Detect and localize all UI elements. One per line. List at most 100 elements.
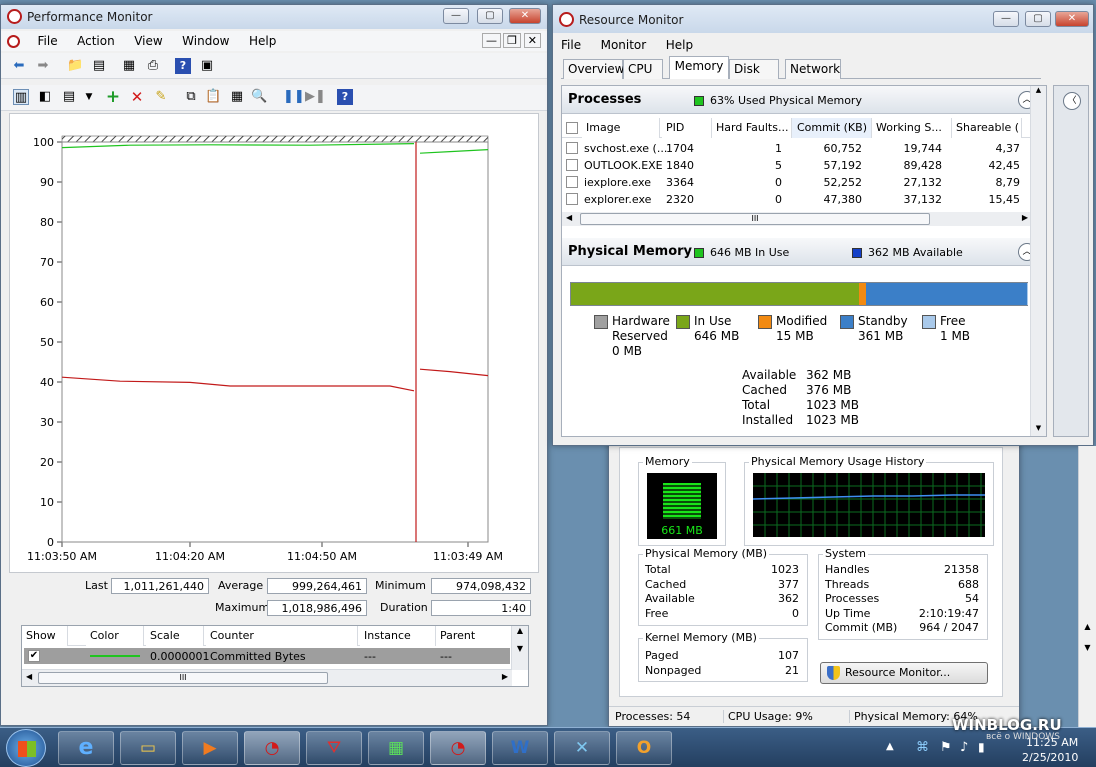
menu-window[interactable]: Window	[174, 31, 237, 51]
paste-counter-icon[interactable]: 📋	[205, 89, 221, 105]
menu-monitor[interactable]: Monitor	[593, 35, 655, 55]
perfmon-menu-icon[interactable]	[7, 35, 20, 48]
delete-counter-icon[interactable]: ✕	[129, 89, 145, 105]
process-checkbox[interactable]	[566, 159, 578, 171]
tray-expand-icon[interactable]: ▲	[886, 741, 894, 752]
maximize-button[interactable]: ▢	[477, 8, 503, 24]
properties-icon[interactable]: ▦	[121, 58, 137, 74]
taskbar-word-button[interactable]: W	[492, 731, 548, 765]
freeze-display-icon[interactable]: ❚❚	[283, 89, 305, 105]
forward-arrow-icon[interactable]: ➡	[35, 58, 51, 74]
process-checkbox[interactable]	[566, 142, 578, 154]
tab-network[interactable]: Network	[785, 59, 841, 79]
copy-properties-icon[interactable]: ⧉	[183, 89, 199, 105]
view-data-icon[interactable]: ◧	[37, 89, 53, 105]
process-row[interactable]: OUTLOOK.EXE 1840 5 57,192 89,428 42,45	[562, 157, 1032, 174]
col-parent[interactable]: Parent	[436, 626, 512, 646]
process-checkbox[interactable]	[566, 176, 578, 188]
taskbar-ie-button[interactable]: e	[58, 731, 114, 765]
col-show[interactable]: Show	[22, 626, 68, 646]
change-graph-type-icon[interactable]: ▤	[61, 89, 77, 105]
show-views-chevron-icon[interactable]: 〈	[1063, 92, 1081, 110]
taskbar-remote-button[interactable]: ✕	[554, 731, 610, 765]
col-color[interactable]: Color	[86, 626, 144, 646]
tray-action-center-icon[interactable]: ⚑	[940, 740, 952, 755]
perfmon-titlebar[interactable]: Performance Monitor — ▢ ✕	[1, 5, 547, 29]
up-folder-icon[interactable]: 📁	[67, 58, 83, 74]
process-hscroll-thumb[interactable]: III	[580, 213, 930, 225]
mdi-restore-icon[interactable]: ❐	[503, 33, 521, 48]
tray-network-icon[interactable]: ⌘	[916, 740, 929, 755]
col-pid[interactable]: PID	[662, 118, 712, 138]
scroll-right-icon[interactable]: ▶	[502, 672, 508, 681]
process-checkbox[interactable]	[566, 193, 578, 205]
col-working-set[interactable]: Working S...	[872, 118, 952, 138]
minimize-button[interactable]: —	[443, 8, 469, 24]
close-button[interactable]: ✕	[509, 8, 541, 24]
col-commit[interactable]: Commit (KB)	[792, 118, 872, 138]
tab-memory[interactable]: Memory	[669, 56, 729, 79]
mdi-close-icon[interactable]: ✕	[523, 33, 541, 48]
menu-help[interactable]: Help	[241, 31, 284, 51]
menu-file[interactable]: File	[30, 31, 66, 51]
view-graph-icon[interactable]: ▥	[13, 89, 29, 105]
help-icon[interactable]: ?	[337, 89, 353, 105]
properties-icon[interactable]: ▦	[229, 89, 245, 105]
chevron-down-icon[interactable]: ▼	[81, 89, 97, 105]
update-data-icon[interactable]: ▶❚	[305, 89, 326, 105]
select-all-checkbox[interactable]	[566, 122, 578, 134]
taskbar-explorer-button[interactable]: ▭	[120, 731, 176, 765]
taskbar-outlook-button[interactable]: O	[616, 731, 672, 765]
resmon-content-vscroll[interactable]: ▲ ▼	[1030, 86, 1046, 436]
counter-hscroll[interactable]: ◀ III ▶	[22, 669, 512, 686]
print-icon[interactable]: ⎙	[145, 58, 161, 74]
col-hard-faults[interactable]: Hard Faults...	[712, 118, 792, 138]
start-button[interactable]	[6, 729, 46, 767]
col-shareable[interactable]: Shareable (	[952, 118, 1022, 138]
taskbar-media-player-button[interactable]: ▶	[182, 731, 238, 765]
menu-action[interactable]: Action	[69, 31, 123, 51]
process-row[interactable]: iexplore.exe 3364 0 52,252 27,132 8,79	[562, 174, 1032, 191]
resmon-titlebar[interactable]: Resource Monitor — ▢ ✕	[553, 5, 1093, 33]
taskbar-perfmon-button[interactable]: ◔	[244, 731, 300, 765]
counter-vscroll[interactable]: ▲ ▼	[511, 626, 528, 670]
col-instance[interactable]: Instance	[360, 626, 436, 646]
maximize-button[interactable]: ▢	[1025, 11, 1051, 27]
show-hide-tree-icon[interactable]: ▤	[91, 58, 107, 74]
open-resource-monitor-button[interactable]: Resource Monitor...	[820, 662, 988, 684]
action-pane-icon[interactable]: ▣	[199, 58, 215, 74]
back-arrow-icon[interactable]: ⬅	[11, 58, 27, 74]
mdi-minimize-icon[interactable]: —	[482, 33, 501, 48]
process-hscroll[interactable]: ◀ III ▶	[562, 212, 1032, 226]
scroll-right-icon[interactable]: ▶	[1022, 213, 1028, 222]
add-counter-icon[interactable]: +	[105, 89, 121, 106]
taskbar-pdf-button[interactable]: ⛛	[306, 731, 362, 765]
menu-help[interactable]: Help	[658, 35, 701, 55]
physical-memory-header[interactable]: Physical Memory 646 MB In Use 362 MB Ava…	[562, 238, 1046, 266]
taskbar-resmon-button[interactable]: ◔	[430, 731, 486, 765]
scroll-left-icon[interactable]: ◀	[26, 672, 32, 681]
help-icon[interactable]: ?	[175, 58, 191, 74]
background-window-scrollbar[interactable]: ▲ ▼	[1078, 446, 1096, 727]
process-row[interactable]: explorer.exe 2320 0 47,380 37,132 15,45	[562, 191, 1032, 208]
counter-row[interactable]: ✔ 0.0000001 Committed Bytes --- ---	[24, 648, 510, 664]
process-row[interactable]: svchost.exe (... 1704 1 60,752 19,744 4,37	[562, 140, 1032, 157]
col-scale[interactable]: Scale	[146, 626, 204, 646]
highlight-icon[interactable]: ✎	[153, 89, 169, 105]
tray-clock-date[interactable]: 2/25/2010	[1022, 751, 1078, 764]
menu-file[interactable]: File	[553, 35, 589, 55]
tab-cpu[interactable]: CPU	[623, 59, 663, 79]
zoom-icon[interactable]: 🔍	[251, 89, 267, 105]
taskbar-task-manager-button[interactable]: ▦	[368, 731, 424, 765]
col-image[interactable]: Image	[582, 118, 660, 138]
col-counter[interactable]: Counter	[206, 626, 358, 646]
counter-show-checkbox[interactable]: ✔	[28, 650, 40, 662]
minimize-button[interactable]: —	[993, 11, 1019, 27]
tab-disk[interactable]: Disk	[729, 59, 779, 79]
processes-header[interactable]: Processes 63% Used Physical Memory ︿	[562, 86, 1046, 114]
scroll-left-icon[interactable]: ◀	[566, 213, 572, 222]
close-button[interactable]: ✕	[1055, 11, 1089, 27]
hscroll-thumb[interactable]: III	[38, 672, 328, 684]
tab-overview[interactable]: Overview	[563, 59, 625, 79]
menu-view[interactable]: View	[126, 31, 170, 51]
